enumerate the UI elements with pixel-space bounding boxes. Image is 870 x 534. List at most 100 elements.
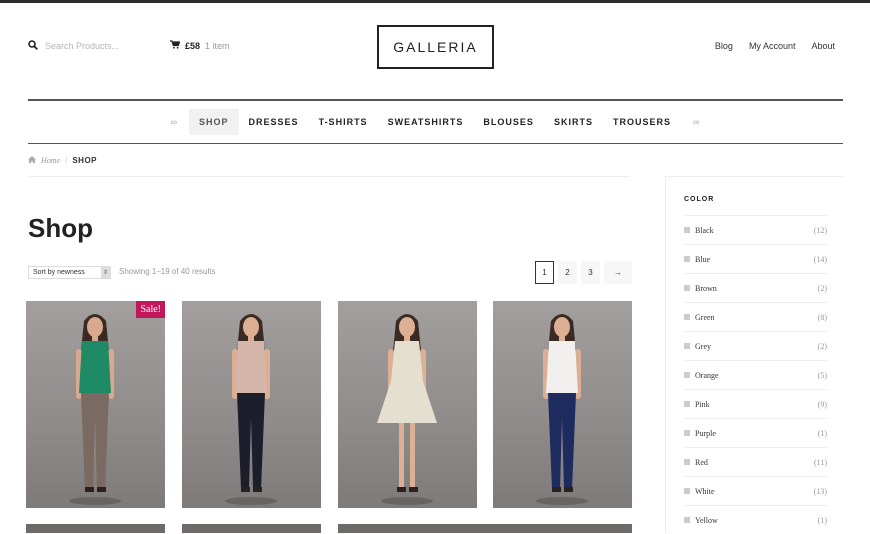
color-filter-list: Black (12) Blue (14) Brown (2) Green (8) Grey (2)… [684, 215, 827, 534]
color-filter-item[interactable]: White (13) [684, 476, 827, 505]
product-image[interactable] [493, 301, 632, 508]
shoe [397, 487, 406, 492]
page-button-1[interactable]: 1 [535, 261, 554, 284]
neck [559, 335, 565, 341]
color-name[interactable]: Purple [695, 429, 716, 438]
home-icon[interactable] [28, 156, 36, 165]
search-icon[interactable] [28, 40, 39, 51]
shadow [225, 497, 277, 505]
select-arrows-icon: ⇕ [101, 267, 110, 278]
product-image[interactable] [26, 301, 165, 508]
sort-select[interactable]: Sort by newness ⇕ [28, 266, 111, 279]
color-filter-item[interactable]: Black (12) [684, 215, 827, 244]
color-filter-label: Purple [684, 429, 716, 438]
product-card-partial[interactable] [182, 524, 321, 533]
color-name[interactable]: Red [695, 458, 708, 467]
ornament-icon: ∞ [692, 117, 700, 127]
nav-item-dresses[interactable]: DRESSES [239, 109, 309, 135]
checkbox-square-icon[interactable] [684, 256, 690, 262]
checkbox-square-icon[interactable] [684, 430, 690, 436]
product-card[interactable] [182, 301, 321, 508]
color-count: (14) [813, 254, 827, 264]
color-name[interactable]: Black [695, 226, 714, 235]
color-name[interactable]: Orange [695, 371, 719, 380]
nav-item-t-shirts[interactable]: T-SHIRTS [309, 109, 378, 135]
product-card-partial[interactable] [26, 524, 165, 533]
checkbox-square-icon[interactable] [684, 372, 690, 378]
neck [92, 335, 98, 341]
cart-summary[interactable]: £58 1 item [170, 40, 230, 51]
color-name[interactable]: Green [695, 313, 715, 322]
search-box[interactable] [28, 40, 155, 51]
cart-total[interactable]: £58 [185, 41, 200, 51]
search-input[interactable] [45, 40, 155, 51]
checkbox-square-icon[interactable] [684, 343, 690, 349]
cart-icon[interactable] [170, 40, 181, 51]
shadow [536, 497, 588, 505]
product-card[interactable] [338, 301, 477, 508]
color-name[interactable]: Grey [695, 342, 711, 351]
checkbox-square-icon[interactable] [684, 285, 690, 291]
sort-select-value: Sort by newness [33, 269, 85, 276]
color-name[interactable]: Brown [695, 284, 717, 293]
checkbox-square-icon[interactable] [684, 459, 690, 465]
color-filter-item[interactable]: Blue (14) [684, 244, 827, 273]
top [235, 341, 267, 393]
nav-item-blouses[interactable]: BLOUSES [473, 109, 544, 135]
trousers [548, 393, 576, 489]
color-count: (1) [817, 428, 827, 438]
color-name[interactable]: White [695, 487, 715, 496]
product-card[interactable]: Sale! [26, 301, 165, 508]
product-card-partial[interactable] [338, 524, 632, 533]
color-count: (8) [817, 312, 827, 322]
color-filter-item[interactable]: Green (8) [684, 302, 827, 331]
trousers [81, 393, 109, 489]
color-filter-label: Green [684, 313, 715, 322]
color-name[interactable]: Yellow [695, 516, 718, 525]
product-card[interactable] [493, 301, 632, 508]
blog-link[interactable]: Blog [715, 41, 733, 51]
color-filter-item[interactable]: Grey (2) [684, 331, 827, 360]
color-name[interactable]: Blue [695, 255, 710, 264]
breadcrumb-separator: / [65, 156, 68, 165]
color-filter-item[interactable]: Orange (5) [684, 360, 827, 389]
shadow [69, 497, 121, 505]
color-filter-label: Brown [684, 284, 717, 293]
checkbox-square-icon[interactable] [684, 314, 690, 320]
pagination: 1 2 3 → [535, 261, 632, 284]
breadcrumb-home-link[interactable]: Home [41, 156, 60, 165]
color-filter-item[interactable]: Brown (2) [684, 273, 827, 302]
color-count: (5) [817, 370, 827, 380]
color-filter-item[interactable]: Yellow (1) [684, 505, 827, 534]
head [554, 317, 570, 337]
shoe [253, 487, 262, 492]
checkbox-square-icon[interactable] [684, 517, 690, 523]
about-link[interactable]: About [811, 41, 835, 51]
color-name[interactable]: Pink [695, 400, 710, 409]
color-filter-item[interactable]: Pink (9) [684, 389, 827, 418]
nav-item-shop[interactable]: SHOP [189, 109, 239, 135]
shoe [85, 487, 94, 492]
checkbox-square-icon[interactable] [684, 227, 690, 233]
next-page-button[interactable]: → [604, 261, 632, 284]
widget-title: COLOR [684, 196, 715, 203]
page-title: Shop [28, 213, 93, 243]
color-filter-item[interactable]: Red (11) [684, 447, 827, 476]
checkbox-square-icon[interactable] [684, 488, 690, 494]
nav-item-trousers[interactable]: TROUSERS [603, 109, 681, 135]
trousers [237, 393, 265, 489]
page-button-2[interactable]: 2 [558, 261, 577, 284]
cart-count[interactable]: 1 item [205, 41, 230, 51]
neck [404, 335, 410, 341]
checkbox-square-icon[interactable] [684, 401, 690, 407]
nav-item-sweatshirts[interactable]: SWEATSHIRTS [378, 109, 474, 135]
color-filter-item[interactable]: Purple (1) [684, 418, 827, 447]
my-account-link[interactable]: My Account [749, 41, 796, 51]
page-button-3[interactable]: 3 [581, 261, 600, 284]
neck [248, 335, 254, 341]
top [79, 341, 111, 393]
nav-item-skirts[interactable]: SKIRTS [544, 109, 603, 135]
site-logo[interactable]: GALLERIA [377, 25, 494, 69]
product-image[interactable] [182, 301, 321, 508]
product-image[interactable] [338, 301, 477, 508]
